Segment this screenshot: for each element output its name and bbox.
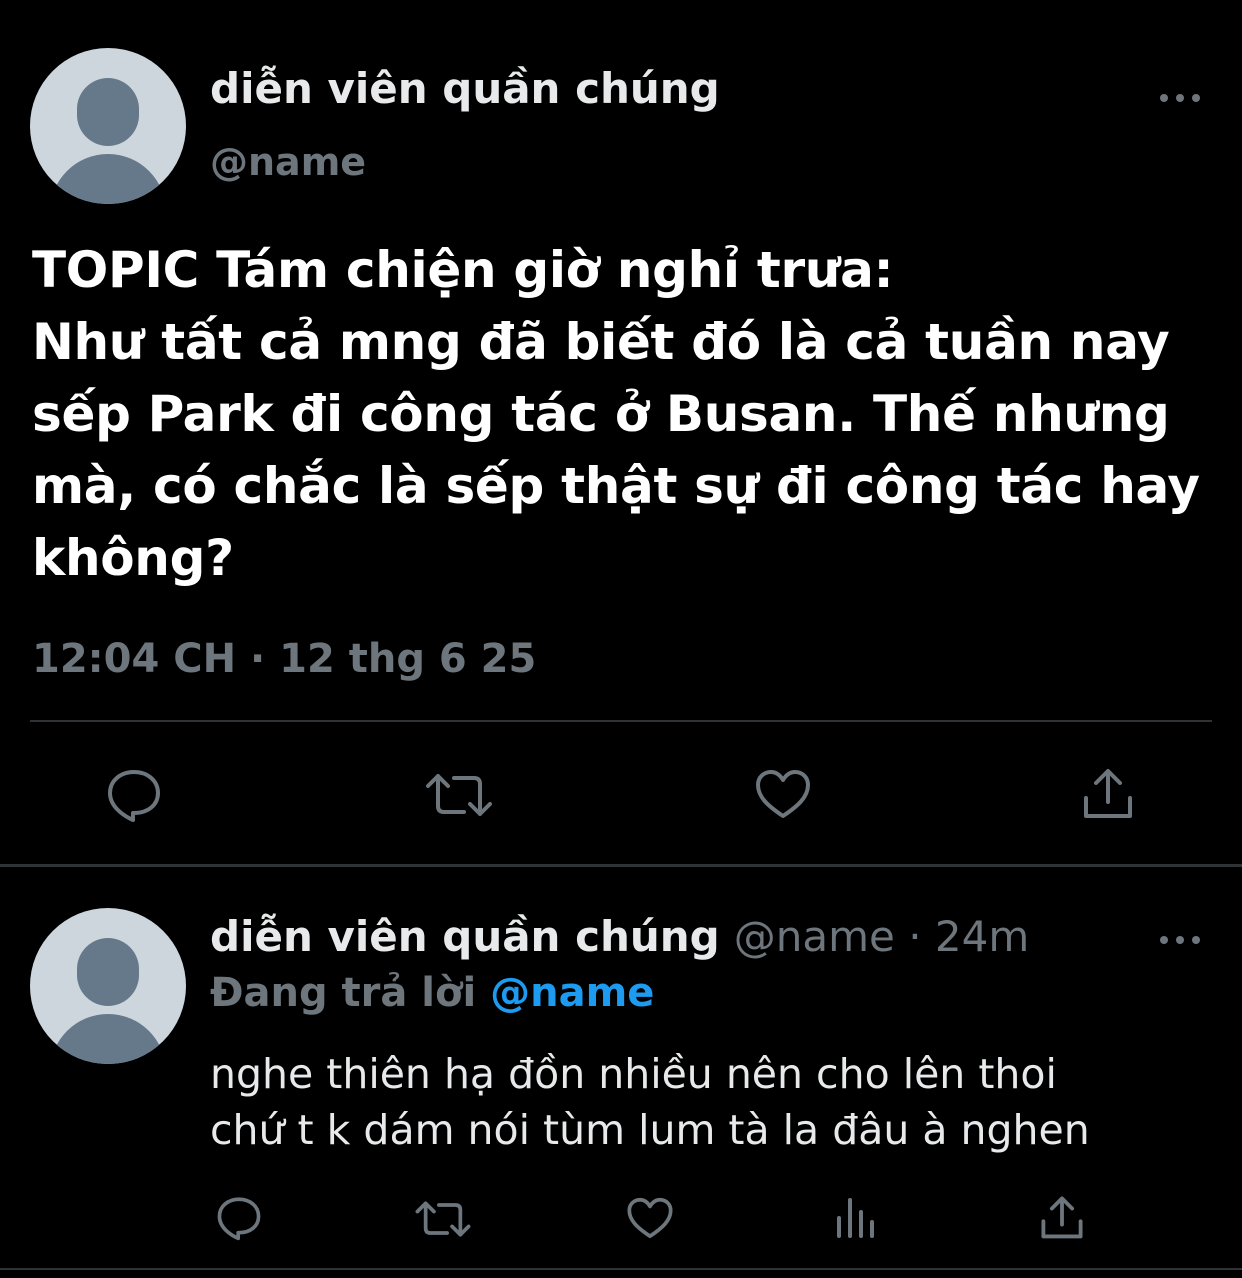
reply-icon[interactable] <box>106 768 162 822</box>
main-tweet-author-name[interactable]: diễn viên quần chúng <box>210 64 720 113</box>
replying-mention-link[interactable]: @name <box>490 970 654 1016</box>
retweet-icon[interactable] <box>414 1200 472 1238</box>
main-tweet-avatar[interactable] <box>30 48 186 204</box>
avatar-body-shape <box>50 1014 166 1064</box>
main-tweet-timestamp[interactable]: 12:04 CH · 12 thg 6 25 <box>32 636 536 682</box>
replying-label: Đang trả lời <box>210 970 477 1016</box>
bottom-divider <box>0 1268 1242 1270</box>
avatar-head-shape <box>77 938 139 1006</box>
reply-tweet-avatar[interactable] <box>30 908 186 1064</box>
main-tweet-more-icon[interactable] <box>1160 92 1200 104</box>
reply-tweet-header: diễn viên quần chúng @name · 24m <box>210 912 1029 961</box>
reply-tweet-author-name[interactable]: diễn viên quần chúng <box>210 912 720 961</box>
tweet-separator <box>0 864 1242 867</box>
main-tweet-author-handle[interactable]: @name <box>210 140 366 184</box>
heart-icon[interactable] <box>626 1196 674 1240</box>
retweet-icon[interactable] <box>424 772 494 818</box>
reply-tweet-more-icon[interactable] <box>1160 934 1200 946</box>
avatar-head-shape <box>77 78 139 146</box>
reply-tweet-meta: @name · 24m <box>733 912 1030 961</box>
share-icon[interactable] <box>1082 766 1134 820</box>
main-tweet-divider <box>30 720 1212 722</box>
avatar-body-shape <box>50 154 166 204</box>
reply-replying-to: Đang trả lời @name <box>210 970 654 1016</box>
reply-icon[interactable] <box>216 1196 262 1241</box>
share-icon[interactable] <box>1040 1194 1084 1240</box>
reply-tweet-text: nghe thiên hạ đồn nhiều nên cho lên thoi… <box>210 1050 1090 1154</box>
heart-icon[interactable] <box>754 768 812 820</box>
analytics-icon[interactable] <box>834 1196 878 1240</box>
main-tweet-text: TOPIC Tám chiện giờ nghỉ trưa: Như tất c… <box>32 241 1200 587</box>
